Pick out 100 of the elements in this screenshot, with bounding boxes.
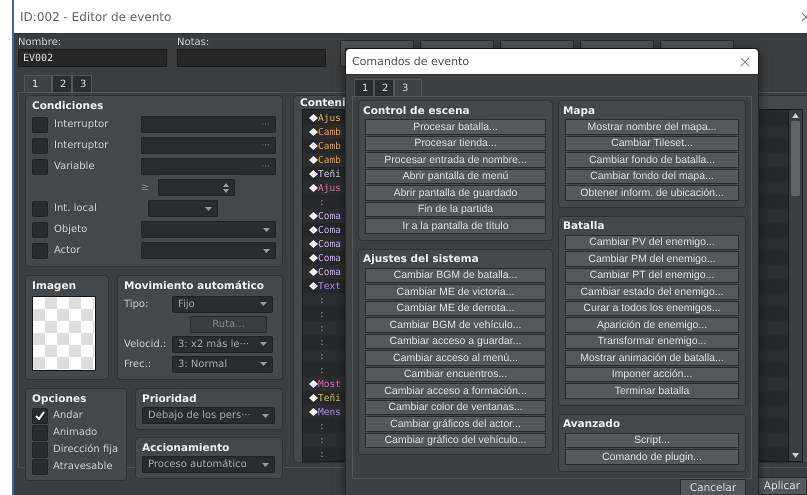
panel-title: Accionamiento <box>142 440 230 456</box>
command-button[interactable]: Procesar entrada de nombre... <box>365 152 546 168</box>
command-button[interactable]: Cambiar PV del enemigo... <box>564 234 739 250</box>
command-line: Camb <box>318 126 341 138</box>
close-icon[interactable] <box>740 56 750 66</box>
page-tab[interactable]: 3 <box>72 75 92 92</box>
command-button[interactable]: Cambiar ME de victoria... <box>365 284 546 300</box>
command-button[interactable]: Obtener inform. de ubicación... <box>564 185 739 200</box>
dropdown-field[interactable]: Debajo de los pers··· <box>142 407 275 424</box>
option-label: Animado <box>53 427 98 438</box>
scrollbar[interactable] <box>788 110 802 461</box>
command-line: Text <box>318 280 341 292</box>
page-tab[interactable]: 2 <box>52 75 72 92</box>
dropdown-field[interactable]: 3: Normal <box>172 356 273 372</box>
command-button[interactable]: Cambiar BGM de vehículo... <box>365 317 546 332</box>
field-label: Frec.: <box>124 358 152 370</box>
continuation-mark: : <box>319 350 325 362</box>
command-button[interactable]: Abrir pantalla de menú <box>365 168 546 184</box>
command-line: Ajus <box>318 112 341 124</box>
checkbox[interactable] <box>32 424 48 440</box>
command-button[interactable]: Procesar batalla... <box>365 119 546 134</box>
dropdown-field[interactable]: Fijo <box>172 296 273 312</box>
notes-field[interactable] <box>177 49 326 67</box>
command-button[interactable]: Cambiar fondo de batalla... <box>564 152 739 168</box>
command-button[interactable]: Cambiar Tileset... <box>564 136 739 151</box>
condition-label: Actor <box>54 245 82 256</box>
picker-field[interactable]: ··· <box>140 158 276 175</box>
command-line: Camb <box>318 140 341 152</box>
field-label: Velocid.: <box>124 338 168 350</box>
command-button[interactable]: Script... <box>564 432 739 448</box>
scrollbar-thumb[interactable] <box>791 121 800 196</box>
picker-field[interactable]: ··· <box>140 116 276 133</box>
scroll-down-arrow-icon[interactable] <box>792 453 799 458</box>
dropdown-field[interactable] <box>140 242 276 259</box>
command-button[interactable]: Terminar batalla <box>564 383 739 398</box>
checkbox[interactable] <box>32 138 48 154</box>
command-button[interactable]: Cambiar PM del enemigo... <box>564 251 739 266</box>
command-button[interactable]: Cambiar encuentros... <box>365 366 546 382</box>
dropdown-caret-icon <box>260 302 267 306</box>
dropdown-field[interactable] <box>140 221 276 238</box>
checkbox[interactable] <box>32 408 48 424</box>
dialog-tab[interactable]: 3 <box>394 79 422 96</box>
checkbox[interactable] <box>32 442 48 458</box>
option-label: Andar <box>53 410 83 421</box>
name-field[interactable]: EV002 <box>18 49 167 67</box>
dialog-tab[interactable]: 2 <box>374 79 394 96</box>
command-button[interactable]: Cambiar gráficos del actor... <box>365 416 546 432</box>
continuation-mark: : <box>319 448 325 460</box>
checkbox[interactable] <box>32 242 48 258</box>
command-button[interactable]: Procesar tienda... <box>365 136 546 151</box>
number-spinner-field[interactable] <box>158 179 235 196</box>
command-button[interactable]: Abrir pantalla de guardado <box>365 185 546 200</box>
command-button[interactable]: Ir a la pantalla de título <box>365 218 546 234</box>
picker-field[interactable]: ··· <box>140 137 276 154</box>
command-line: Ajus <box>318 182 341 194</box>
command-button[interactable]: Cambiar gráfico del vehículo... <box>365 432 546 448</box>
command-button[interactable]: Mostrar animación de batalla... <box>564 350 739 366</box>
dropdown-field[interactable] <box>148 200 218 217</box>
transparent-image-placeholder[interactable] <box>32 296 96 371</box>
page-tab[interactable]: 1 <box>24 75 52 92</box>
command-line: Camb <box>318 154 341 166</box>
command-button[interactable]: Cambiar acceso a guardar... <box>365 334 546 349</box>
checkbox[interactable] <box>32 116 48 132</box>
command-button[interactable]: Transformar enemigo... <box>564 334 739 349</box>
checkbox[interactable] <box>32 158 48 174</box>
command-button[interactable]: Cambiar BGM de batalla... <box>365 268 546 283</box>
panel-title: Conteni <box>300 97 347 109</box>
checkbox[interactable] <box>32 222 48 238</box>
option-label: Dirección fija <box>53 444 118 455</box>
command-button[interactable]: Mostrar nombre del mapa... <box>564 119 739 134</box>
group-title: Control de escena <box>363 104 471 118</box>
operator-label: ≥ <box>140 182 150 193</box>
continuation-mark: : <box>319 322 325 334</box>
cancel-button[interactable]: Cancelar <box>680 478 746 495</box>
dropdown-caret-icon <box>263 228 270 232</box>
panel-title: Movimiento automático <box>124 278 266 294</box>
command-button[interactable]: Fin de la partida <box>365 202 546 217</box>
checkbox[interactable] <box>32 200 48 216</box>
command-button[interactable]: Cambiar estado del enemigo... <box>564 284 739 300</box>
command-button[interactable]: Cambiar color de ventanas... <box>365 400 546 415</box>
command-button[interactable]: Cambiar fondo del mapa... <box>564 168 739 184</box>
command-button[interactable]: Imponer acción... <box>564 366 739 382</box>
scroll-up-arrow-icon[interactable] <box>792 113 799 118</box>
spinner-arrows-icon[interactable] <box>223 182 229 192</box>
notes-label: Notas: <box>177 37 210 48</box>
dialog-tab[interactable]: 1 <box>354 79 374 96</box>
dropdown-caret-icon <box>260 362 267 366</box>
dropdown-field[interactable]: Proceso automático <box>142 456 275 473</box>
command-button[interactable]: Cambiar ME de derrota... <box>365 300 546 316</box>
command-button[interactable]: Cambiar PT del enemigo... <box>564 268 739 283</box>
checkbox[interactable] <box>32 458 48 474</box>
command-button[interactable]: Cambiar acceso a formación... <box>365 383 546 398</box>
command-button[interactable]: Curar a todos los enemigos... <box>564 300 739 316</box>
command-button[interactable]: Comando de plugin... <box>564 449 739 464</box>
condition-label: Interruptor <box>54 140 110 151</box>
command-button[interactable]: Aparición de enemigo... <box>564 317 739 332</box>
dropdown-field[interactable]: 3: x2 más le··· <box>172 336 273 352</box>
apply-button[interactable]: Aplicar <box>756 477 807 495</box>
continuation-mark: : <box>319 336 325 348</box>
command-button[interactable]: Cambiar acceso al menú... <box>365 350 546 366</box>
